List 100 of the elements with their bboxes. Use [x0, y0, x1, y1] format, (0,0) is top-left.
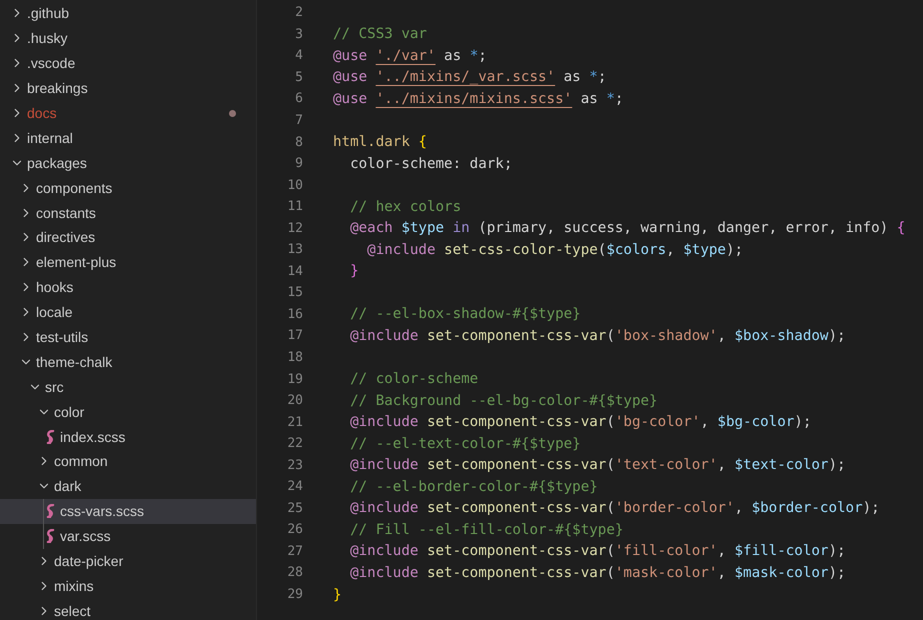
code-line: }: [333, 586, 342, 603]
tree-item[interactable]: element-plus: [0, 250, 256, 275]
code-line: @use './var' as *;: [333, 48, 487, 64]
tree-item[interactable]: .github: [0, 1, 256, 26]
code-line: // Fill --el-fill-color-#{$type}: [349, 522, 624, 538]
line-number: 4: [294, 48, 303, 64]
tree-item-label: .github: [27, 5, 70, 22]
line-number: 6: [294, 91, 303, 106]
tree-item[interactable]: .vscode: [0, 50, 256, 76]
code-line: @use '../mixins/_var.scss' as *;: [333, 69, 606, 86]
tree-item-label: .husky: [27, 30, 68, 46]
tree-item-label: mixins: [54, 578, 94, 594]
line-number: 27: [286, 544, 303, 559]
line-number: 5: [294, 70, 303, 85]
code-line: // --el-text-color-#{$type}: [349, 436, 581, 452]
tree-item[interactable]: breakings: [0, 76, 256, 101]
tree-item-label: packages: [27, 154, 87, 171]
tree-item-label: constants: [36, 204, 96, 221]
code-line: @include set-component-css-var('text-color', $text-color);: [349, 457, 846, 474]
code-line: // CSS3 var: [333, 26, 427, 42]
code-line: color-scheme: dark;: [349, 156, 512, 172]
sass-file-icon: [46, 430, 57, 444]
tree-item[interactable]: test-utils: [0, 324, 256, 350]
modified-dot: [229, 110, 236, 116]
line-number: 28: [286, 565, 303, 580]
tree-item[interactable]: packages: [0, 150, 256, 176]
code-line: @include set-component-css-var('fill-color', $fill-color);: [349, 543, 846, 560]
tree-item[interactable]: directives: [0, 225, 256, 250]
tree-item-label: theme-chalk: [36, 354, 112, 370]
code-line: @include set-component-css-var('bg-color', $bg-color);: [349, 414, 812, 430]
tree-item[interactable]: common: [0, 449, 256, 474]
code-line: // --el-border-color-#{$type}: [349, 478, 598, 495]
line-number: 8: [294, 134, 303, 150]
tree-item[interactable]: hooks: [0, 274, 256, 300]
sass-file-icon: [46, 504, 57, 518]
line-number: 17: [286, 328, 303, 344]
tree-item[interactable]: src: [0, 374, 256, 400]
line-number: 7: [294, 113, 303, 128]
code-line: // color-scheme: [349, 371, 478, 388]
line-number: 15: [286, 285, 303, 300]
line-number: 29: [286, 587, 303, 602]
tree-item-label: date-picker: [54, 553, 124, 570]
tree-item[interactable]: internal: [0, 125, 256, 150]
tree-item[interactable]: dark: [0, 474, 256, 499]
line-number: 10: [286, 178, 303, 193]
tree-item-label: test-utils: [36, 329, 88, 346]
code-line: }: [349, 263, 359, 280]
tree-item[interactable]: color: [0, 399, 256, 424]
tree-item[interactable]: var.scss: [0, 524, 256, 549]
tree-item-label: internal: [27, 130, 73, 146]
code-line: // hex colors: [349, 198, 462, 215]
tree-item[interactable]: index.scss: [0, 424, 256, 450]
tree-item-label: color: [54, 404, 84, 420]
tree-item[interactable]: .husky: [0, 26, 256, 51]
tree-item[interactable]: constants: [0, 200, 256, 226]
tree-item-label: docs: [27, 105, 57, 121]
tree-item[interactable]: css-vars.scss: [0, 498, 256, 524]
tree-item-label: hooks: [36, 279, 74, 296]
tree-item-label: index.scss: [60, 428, 126, 445]
tree-item-label: var.scss: [60, 528, 111, 544]
line-number: 14: [286, 264, 303, 279]
tree-item-label: locale: [36, 304, 73, 320]
tree-item-label: css-vars.scss: [60, 503, 144, 520]
tree-item-label: dark: [54, 478, 82, 494]
line-number: 21: [286, 414, 303, 430]
line-number: 26: [286, 522, 303, 538]
line-number: 11: [286, 199, 303, 214]
code-line: @include set-css-color-type($colors, $type);: [366, 242, 744, 258]
tree-item[interactable]: mixins: [0, 573, 256, 598]
line-number: 3: [294, 26, 303, 42]
tree-item[interactable]: components: [0, 175, 256, 200]
tree-item[interactable]: theme-chalk: [0, 349, 256, 374]
tree-item[interactable]: date-picker: [0, 548, 256, 574]
sass-file-icon: [46, 529, 57, 544]
line-number: 22: [286, 436, 303, 452]
line-number: 19: [286, 372, 303, 387]
code-line: // Background --el-bg-color-#{$type}: [349, 392, 658, 409]
code-line: @include set-component-css-var('border-color', $border-color);: [349, 500, 880, 516]
code-line: @each $type in (primary, success, warning, danger, error, info) {: [349, 220, 906, 236]
line-number: 16: [286, 306, 303, 322]
tree-item-label: breakings: [27, 80, 88, 96]
tree-item-label: directives: [36, 229, 96, 246]
code-line: @use '../mixins/mixins.scss' as *;: [333, 90, 624, 107]
line-number: 25: [286, 500, 303, 516]
tree-item-label: common: [54, 453, 108, 470]
line-number: 20: [286, 393, 303, 408]
tree-item[interactable]: select: [0, 598, 256, 620]
line-number: 24: [286, 479, 303, 494]
code-line: @include set-component-css-var('box-shadow', $box-shadow);: [349, 328, 846, 344]
line-number: 9: [294, 156, 303, 172]
line-number: 18: [286, 350, 303, 366]
line-number: 2: [294, 5, 303, 20]
tree-item-label: element-plus: [36, 254, 116, 270]
line-number: 23: [286, 458, 303, 473]
code-line: // --el-box-shadow-#{$type}: [349, 306, 581, 322]
tree-item-label: src: [45, 378, 64, 395]
tree-item[interactable]: locale: [0, 300, 256, 325]
code-line: html.dark {: [333, 134, 427, 150]
line-number: 12: [286, 220, 303, 236]
tree-item-label: select: [54, 602, 91, 619]
